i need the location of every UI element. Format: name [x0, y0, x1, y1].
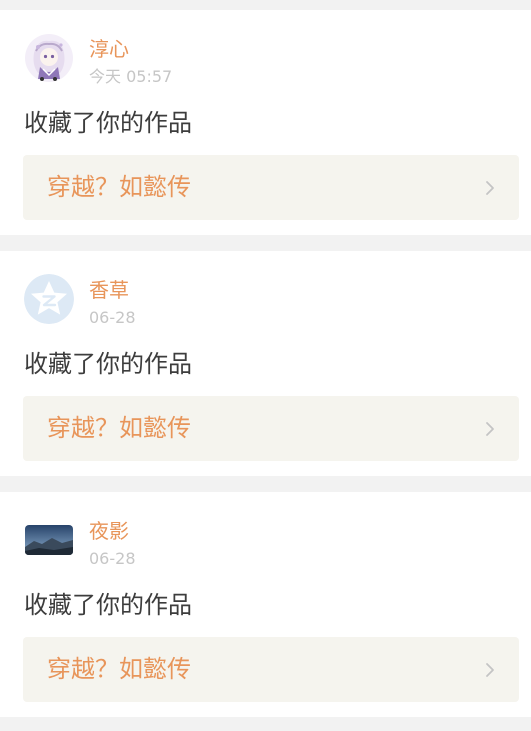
user-avatar[interactable] [24, 274, 74, 324]
action-text: 收藏了你的作品 [24, 591, 192, 619]
username[interactable]: 淳心 [89, 36, 129, 62]
work-link[interactable]: 穿越？如懿传 [23, 155, 519, 220]
work-title: 穿越？如懿传 [47, 414, 191, 442]
user-avatar[interactable] [24, 515, 74, 565]
landscape-avatar-icon [24, 515, 74, 565]
action-text: 收藏了你的作品 [24, 350, 192, 378]
timestamp: 06-28 [89, 549, 136, 568]
action-text: 收藏了你的作品 [24, 109, 192, 137]
username[interactable]: 夜影 [89, 518, 129, 544]
chevron-right-icon [486, 181, 494, 195]
work-link[interactable]: 穿越？如懿传 [23, 637, 519, 702]
work-link[interactable]: 穿越？如懿传 [23, 396, 519, 461]
user-avatar[interactable] [24, 33, 74, 83]
username[interactable]: 香草 [89, 277, 129, 303]
notification-card: 淳心 今天 05:57 收藏了你的作品 穿越？如懿传 [0, 10, 531, 235]
notification-card: 夜影 06-28 收藏了你的作品 穿越？如懿传 [0, 492, 531, 717]
chevron-right-icon [486, 422, 494, 436]
qzone-star-avatar-icon [24, 274, 74, 324]
timestamp: 06-28 [89, 308, 136, 327]
notification-card: 香草 06-28 收藏了你的作品 穿越？如懿传 [0, 251, 531, 476]
notification-feed: 淳心 今天 05:57 收藏了你的作品 穿越？如懿传 香草 06-28 收藏了你… [0, 0, 531, 731]
anime-avatar-icon [24, 33, 74, 83]
timestamp: 今天 05:57 [89, 67, 173, 86]
work-title: 穿越？如懿传 [47, 655, 191, 683]
work-title: 穿越？如懿传 [47, 173, 191, 201]
chevron-right-icon [486, 663, 494, 677]
